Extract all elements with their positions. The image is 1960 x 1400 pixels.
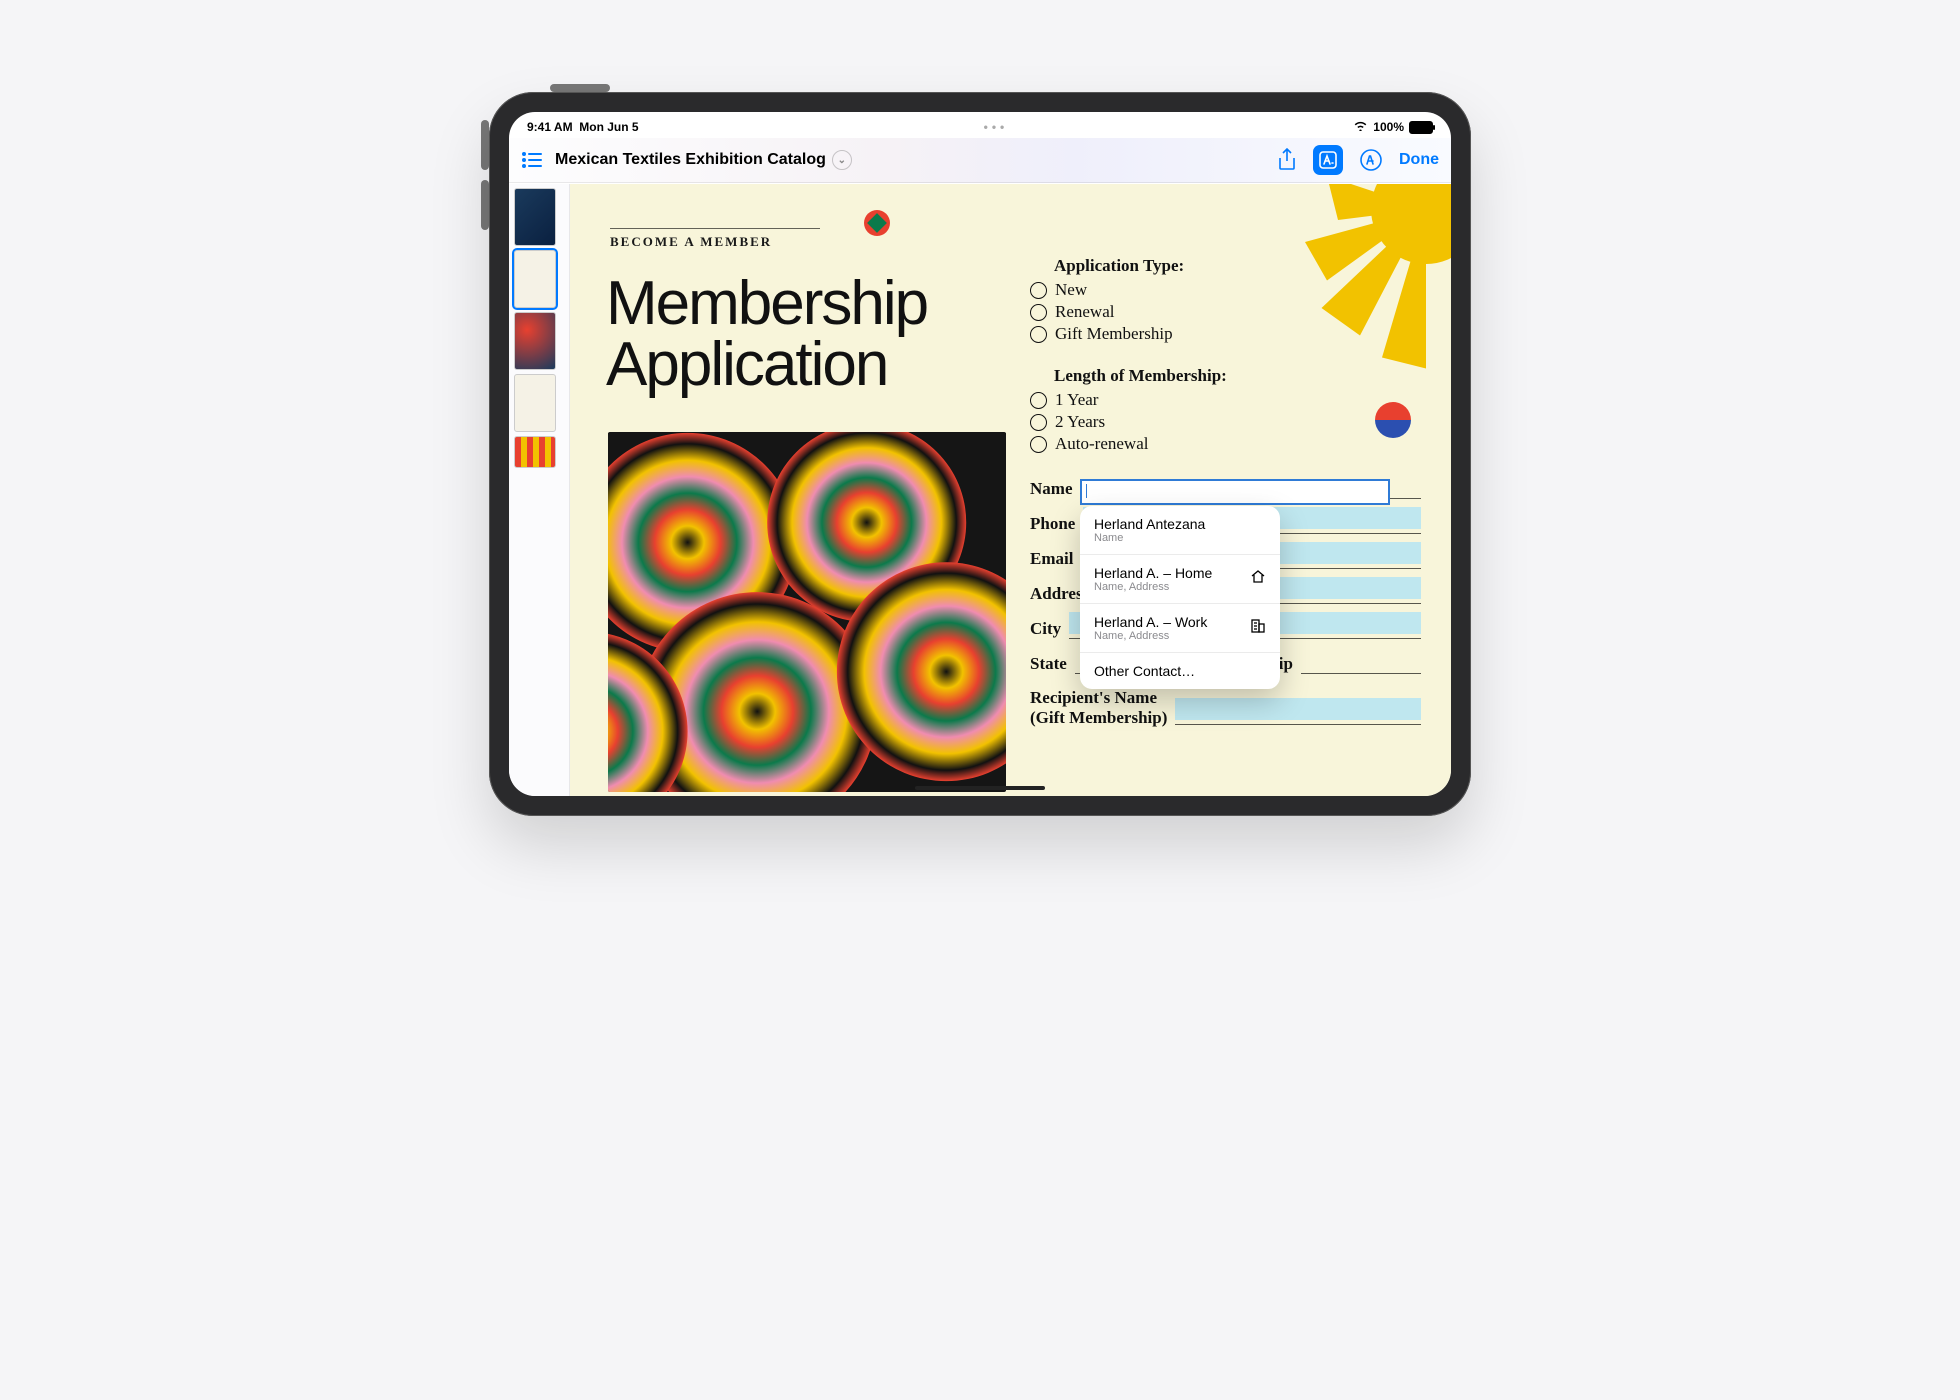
sidebar-toggle-icon[interactable] bbox=[521, 151, 543, 169]
autofill-other-contact[interactable]: Other Contact… bbox=[1080, 653, 1280, 689]
label-state: State bbox=[1030, 654, 1067, 674]
home-indicator[interactable] bbox=[915, 786, 1045, 790]
page-thumbnails bbox=[509, 184, 570, 796]
done-button[interactable]: Done bbox=[1399, 151, 1439, 169]
autofill-contact-work[interactable]: Herland A. – WorkName, Address bbox=[1080, 604, 1280, 653]
status-date: Mon Jun 5 bbox=[579, 120, 638, 134]
headline: Membership Application bbox=[606, 274, 927, 396]
label-email: Email bbox=[1030, 549, 1073, 569]
kicker-text: BECOME A MEMBER bbox=[610, 234, 772, 250]
share-icon[interactable] bbox=[1277, 148, 1297, 172]
length-heading: Length of Membership: bbox=[1054, 366, 1421, 386]
radio-1year[interactable]: 1 Year bbox=[1030, 390, 1421, 410]
thumbnail-page-5[interactable] bbox=[514, 436, 556, 468]
radio-icon bbox=[1030, 326, 1047, 343]
radio-2years[interactable]: 2 Years bbox=[1030, 412, 1421, 432]
power-button bbox=[550, 84, 610, 92]
thumbnail-page-1[interactable] bbox=[514, 188, 556, 246]
radio-icon bbox=[1030, 282, 1047, 299]
markup-button[interactable] bbox=[1313, 145, 1343, 175]
field-zip[interactable] bbox=[1301, 653, 1421, 674]
label-recipient: Recipient's Name (Gift Membership) bbox=[1030, 688, 1167, 729]
kicker-rule bbox=[610, 228, 820, 229]
toolbar: Mexican Textiles Exhibition Catalog ⌄ Do… bbox=[509, 138, 1451, 183]
document-title[interactable]: Mexican Textiles Exhibition Catalog ⌄ bbox=[555, 150, 852, 170]
headline-line-1: Membership bbox=[606, 274, 927, 335]
home-icon bbox=[1250, 569, 1266, 590]
radio-icon bbox=[1030, 436, 1047, 453]
autofill-contact-full[interactable]: Herland AntezanaName bbox=[1080, 506, 1280, 555]
chevron-down-icon: ⌄ bbox=[832, 150, 852, 170]
autofill-contact-home[interactable]: Herland A. – HomeName, Address bbox=[1080, 555, 1280, 604]
medallion-graphic bbox=[864, 210, 890, 236]
field-recipient[interactable] bbox=[1175, 704, 1421, 725]
name-input-active[interactable] bbox=[1080, 479, 1390, 505]
radio-renewal[interactable]: Renewal bbox=[1030, 302, 1421, 322]
document-title-text: Mexican Textiles Exhibition Catalog bbox=[555, 151, 826, 169]
multitask-dots[interactable]: ••• bbox=[984, 120, 1009, 134]
app-type-heading: Application Type: bbox=[1054, 256, 1421, 276]
textile-artwork bbox=[608, 432, 1006, 792]
status-left: 9:41 AM Mon Jun 5 bbox=[527, 120, 639, 134]
thumbnail-page-2[interactable] bbox=[514, 250, 556, 308]
volume-down bbox=[481, 180, 489, 230]
headline-line-2: Application bbox=[606, 335, 927, 396]
status-time: 9:41 AM bbox=[527, 120, 573, 134]
label-city: City bbox=[1030, 619, 1061, 639]
radio-new[interactable]: New bbox=[1030, 280, 1421, 300]
thumbnail-page-4[interactable] bbox=[514, 374, 556, 432]
autofill-popup: Herland AntezanaName Herland A. – HomeNa… bbox=[1080, 506, 1280, 689]
radio-auto[interactable]: Auto-renewal bbox=[1030, 434, 1421, 454]
label-phone: Phone bbox=[1030, 514, 1075, 534]
radio-icon bbox=[1030, 414, 1047, 431]
wifi-icon bbox=[1353, 120, 1368, 134]
battery-pct: 100% bbox=[1373, 120, 1404, 134]
ipad-frame: 9:41 AM Mon Jun 5 ••• 100% Mexican Texti… bbox=[489, 92, 1471, 816]
label-name: Name bbox=[1030, 479, 1072, 499]
radio-gift[interactable]: Gift Membership bbox=[1030, 324, 1421, 344]
radio-icon bbox=[1030, 304, 1047, 321]
battery-icon bbox=[1409, 121, 1433, 134]
status-bar: 9:41 AM Mon Jun 5 ••• 100% bbox=[509, 112, 1451, 138]
thumbnail-page-3[interactable] bbox=[514, 312, 556, 370]
building-icon bbox=[1250, 618, 1266, 639]
radio-icon bbox=[1030, 392, 1047, 409]
volume-up bbox=[481, 120, 489, 170]
document-canvas: BECOME A MEMBER Membership Application bbox=[570, 184, 1451, 796]
autofill-icon[interactable] bbox=[1359, 148, 1383, 172]
